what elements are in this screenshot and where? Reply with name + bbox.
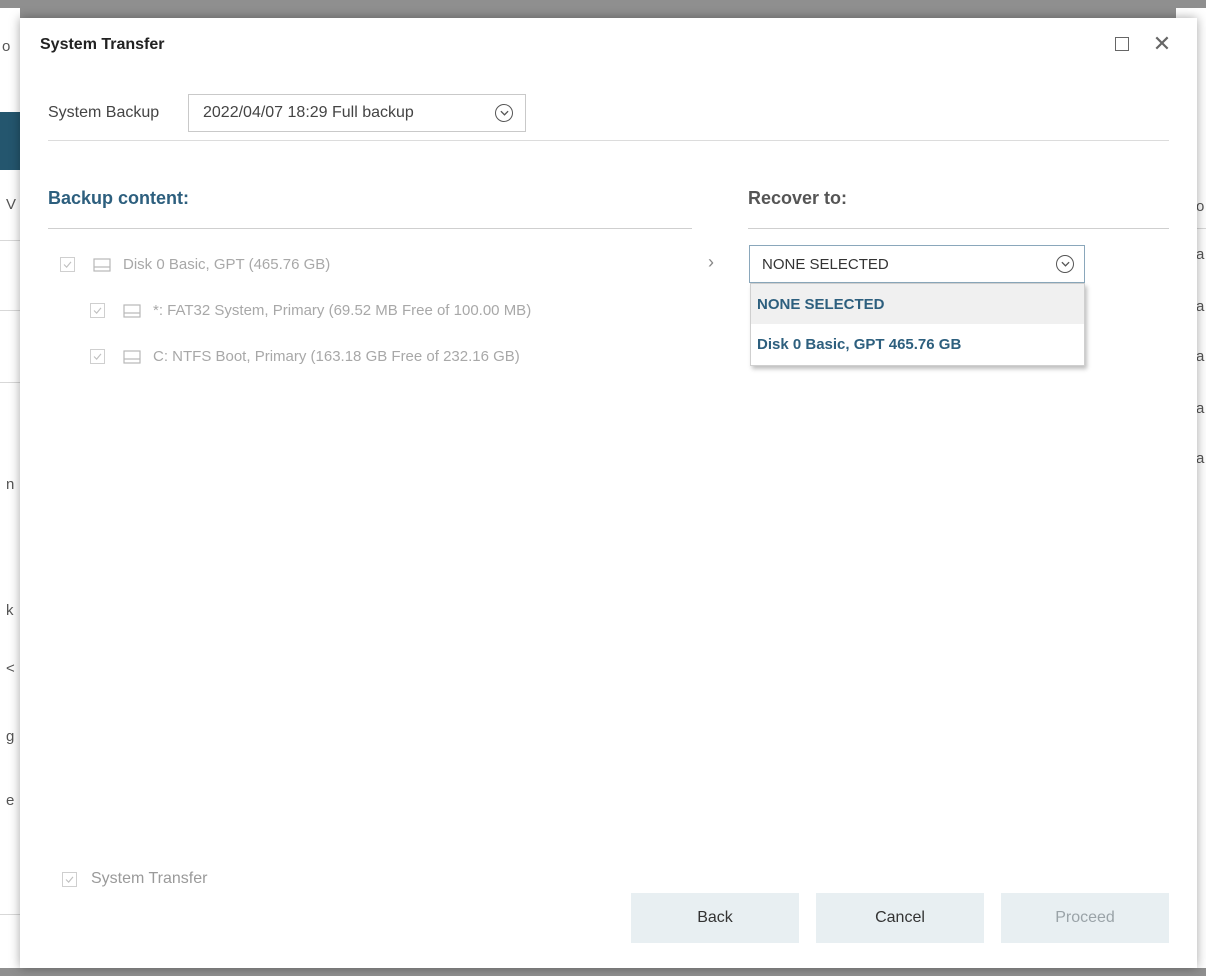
system-backup-select[interactable]: 2022/04/07 18:29 Full backup bbox=[188, 94, 526, 132]
system-transfer-label: System Transfer bbox=[91, 870, 208, 887]
background-window-left: o V n k < g e bbox=[0, 8, 20, 968]
maximize-button[interactable] bbox=[1110, 32, 1134, 56]
disk-icon bbox=[93, 257, 111, 272]
back-button[interactable]: Back bbox=[631, 893, 799, 943]
system-transfer-check[interactable]: System Transfer bbox=[62, 870, 207, 888]
background-text: a bbox=[1196, 450, 1205, 467]
background-text: V bbox=[6, 196, 17, 213]
background-text: o bbox=[1196, 198, 1205, 215]
chevron-down-icon bbox=[495, 104, 513, 122]
partition-icon bbox=[123, 303, 141, 318]
background-divider bbox=[0, 240, 20, 241]
checkbox-partition-c[interactable] bbox=[90, 349, 105, 364]
background-divider bbox=[0, 914, 20, 915]
partition-icon bbox=[123, 349, 141, 364]
recover-to-dropdown: NONE SELECTED Disk 0 Basic, GPT 465.76 G… bbox=[750, 283, 1085, 366]
tree-row-label: C: NTFS Boot, Primary (163.18 GB Free of… bbox=[153, 348, 520, 365]
background-text: k bbox=[6, 602, 14, 619]
background-divider bbox=[0, 382, 20, 383]
tree-row-partition-c: C: NTFS Boot, Primary (163.18 GB Free of… bbox=[90, 348, 520, 365]
background-text: a bbox=[1196, 400, 1205, 417]
divider bbox=[48, 140, 1169, 141]
background-divider bbox=[0, 310, 20, 311]
tree-row-partition-system: *: FAT32 System, Primary (69.52 MB Free … bbox=[90, 302, 531, 319]
background-text: o bbox=[2, 38, 11, 55]
cancel-button[interactable]: Cancel bbox=[816, 893, 984, 943]
checkbox-system-transfer[interactable] bbox=[62, 871, 77, 887]
dropdown-option-none[interactable]: NONE SELECTED bbox=[751, 284, 1084, 324]
background-text: n bbox=[6, 476, 15, 493]
background-text: e bbox=[6, 792, 15, 809]
tree-row-disk0: Disk 0 Basic, GPT (465.76 GB) bbox=[60, 256, 330, 273]
divider bbox=[48, 228, 692, 229]
background-text: a bbox=[1196, 246, 1205, 263]
background-text: g bbox=[6, 728, 15, 745]
dropdown-option-disk0[interactable]: Disk 0 Basic, GPT 465.76 GB bbox=[751, 324, 1084, 364]
background-text: a bbox=[1196, 298, 1205, 315]
dialog-title: System Transfer bbox=[40, 36, 165, 53]
checkbox-disk0[interactable] bbox=[60, 257, 75, 272]
tree-row-label: *: FAT32 System, Primary (69.52 MB Free … bbox=[153, 302, 532, 319]
divider bbox=[748, 228, 1169, 229]
backup-content-title: Backup content: bbox=[48, 188, 190, 208]
background-highlight bbox=[0, 112, 20, 170]
background-text: a bbox=[1196, 348, 1205, 365]
chevron-right-icon: › bbox=[708, 252, 714, 272]
system-backup-value: 2022/04/07 18:29 Full backup bbox=[203, 104, 414, 121]
checkbox-partition-system[interactable] bbox=[90, 303, 105, 318]
close-icon[interactable]: ✕ bbox=[1150, 32, 1174, 56]
recover-to-value: NONE SELECTED bbox=[762, 255, 889, 273]
recover-to-select[interactable]: NONE SELECTED bbox=[749, 245, 1085, 283]
system-transfer-dialog: System Transfer ✕ System Backup 2022/04/… bbox=[20, 18, 1197, 968]
proceed-button[interactable]: Proceed bbox=[1001, 893, 1169, 943]
recover-to-title: Recover to: bbox=[748, 188, 848, 208]
maximize-icon bbox=[1115, 37, 1129, 51]
tree-row-label: Disk 0 Basic, GPT (465.76 GB) bbox=[123, 256, 331, 273]
chevron-down-icon bbox=[1056, 255, 1074, 273]
background-text: < bbox=[6, 660, 15, 677]
system-backup-label: System Backup bbox=[48, 104, 160, 121]
